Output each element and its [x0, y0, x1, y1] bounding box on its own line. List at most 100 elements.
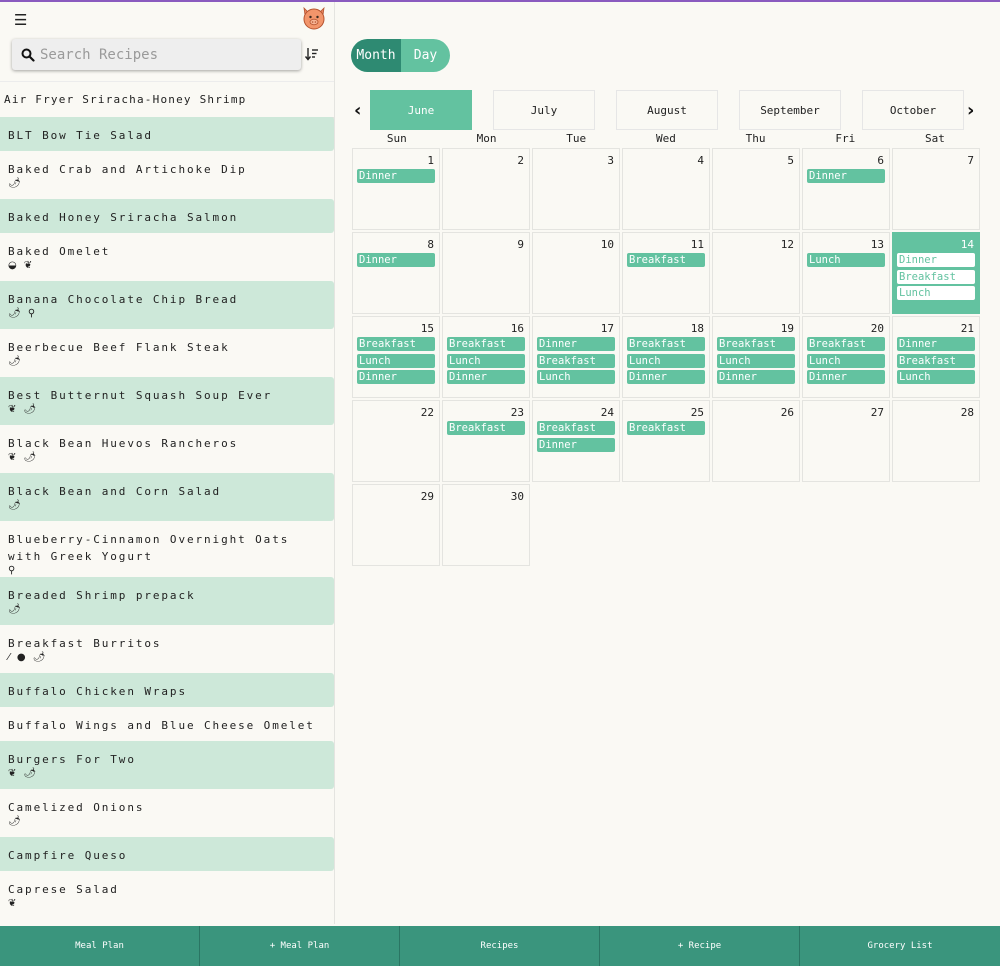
calendar-day-9[interactable]: 9: [442, 232, 530, 314]
sort-icon[interactable]: [304, 46, 320, 62]
recipe-item[interactable]: Baked Crab and Artichoke Dip 🌶: [0, 151, 334, 199]
calendar-day-11[interactable]: 11 Breakfast: [622, 232, 710, 314]
recipe-item[interactable]: Camelized Onions 🌶: [0, 789, 334, 837]
meal-event-chip[interactable]: Breakfast: [897, 353, 975, 368]
calendar-day-8[interactable]: 8 Dinner: [352, 232, 440, 314]
meal-event-chip[interactable]: Dinner: [537, 437, 615, 452]
meal-event-chip[interactable]: Dinner: [447, 370, 525, 385]
month-tab-august[interactable]: August: [616, 90, 718, 130]
recipe-item[interactable]: BLT Bow Tie Salad: [0, 117, 334, 151]
calendar-day-15[interactable]: 15 Breakfast Lunch Dinner: [352, 316, 440, 398]
add-recipe-button[interactable]: + Recipe: [600, 926, 800, 966]
meal-event-chip[interactable]: Dinner: [807, 169, 885, 183]
meal-event-chip[interactable]: Lunch: [717, 353, 795, 368]
calendar-day-26[interactable]: 26: [712, 400, 800, 482]
search-input[interactable]: [40, 46, 290, 63]
calendar-day-20[interactable]: 20 Breakfast Lunch Dinner: [802, 316, 890, 398]
calendar-day-17[interactable]: 17 Dinner Breakfast Lunch: [532, 316, 620, 398]
calendar-day-7[interactable]: 7: [892, 148, 980, 230]
meal-event-chip[interactable]: Lunch: [897, 370, 975, 385]
meal-event-chip[interactable]: Lunch: [897, 286, 975, 301]
calendar-day-3[interactable]: 3: [532, 148, 620, 230]
recipes-button[interactable]: Recipes: [400, 926, 600, 966]
meal-event-chip[interactable]: Dinner: [717, 370, 795, 385]
recipe-item[interactable]: Buffalo Chicken Wraps: [0, 673, 334, 707]
meal-event-chip[interactable]: Breakfast: [897, 269, 975, 284]
calendar-day-5[interactable]: 5: [712, 148, 800, 230]
calendar-day-4[interactable]: 4: [622, 148, 710, 230]
meal-event-chip[interactable]: Lunch: [627, 353, 705, 368]
calendar-day-30[interactable]: 30: [442, 484, 530, 566]
calendar-day-25[interactable]: 25 Breakfast: [622, 400, 710, 482]
calendar-day-21[interactable]: 21 Dinner Breakfast Lunch: [892, 316, 980, 398]
day-view-button[interactable]: Day: [401, 39, 450, 72]
meal-event-chip[interactable]: Lunch: [807, 253, 885, 267]
hamburger-menu-icon[interactable]: ☰: [14, 12, 30, 28]
month-tab-september[interactable]: September: [739, 90, 841, 130]
month-tab-october[interactable]: October: [862, 90, 964, 130]
meal-event-chip[interactable]: Breakfast: [627, 253, 705, 267]
month-tab-june[interactable]: June: [370, 90, 472, 130]
recipe-item[interactable]: Baked Honey Sriracha Salmon: [0, 199, 334, 233]
recipe-item-selected[interactable]: Air Fryer Sriracha-Honey Shrimp: [0, 81, 334, 117]
recipe-item[interactable]: Black Bean Huevos Rancheros ❦ 🌶: [0, 425, 334, 473]
recipe-item[interactable]: Blueberry-Cinnamon Overnight Oats with G…: [0, 521, 334, 577]
meal-event-chip[interactable]: Breakfast: [537, 421, 615, 435]
recipe-item[interactable]: Burgers For Two ❦ 🌶: [0, 741, 334, 789]
meal-event-chip[interactable]: Breakfast: [627, 421, 705, 435]
meal-event-chip[interactable]: Dinner: [357, 169, 435, 183]
meal-event-chip[interactable]: Dinner: [357, 370, 435, 385]
calendar-day-19[interactable]: 19 Breakfast Lunch Dinner: [712, 316, 800, 398]
recipe-item[interactable]: Breaded Shrimp prepack 🌶: [0, 577, 334, 625]
grocery-list-button[interactable]: Grocery List: [800, 926, 1000, 966]
calendar-day-24[interactable]: 24 Breakfast Dinner: [532, 400, 620, 482]
calendar-day-10[interactable]: 10: [532, 232, 620, 314]
recipe-item[interactable]: Breakfast Burritos ⁄ ● 🌶: [0, 625, 334, 673]
recipe-item[interactable]: Buffalo Wings and Blue Cheese Omelet: [0, 707, 334, 741]
chevron-left-icon[interactable]: ‹: [354, 100, 370, 121]
month-tab-july[interactable]: July: [493, 90, 595, 130]
calendar-day-2[interactable]: 2: [442, 148, 530, 230]
meal-event-chip[interactable]: Breakfast: [717, 337, 795, 351]
calendar-day-27[interactable]: 27: [802, 400, 890, 482]
calendar-day-28[interactable]: 28: [892, 400, 980, 482]
meal-event-chip[interactable]: Dinner: [357, 253, 435, 267]
calendar-day-22[interactable]: 22: [352, 400, 440, 482]
recipe-item[interactable]: Baked Omelet ◒ ❦: [0, 233, 334, 281]
calendar-day-23[interactable]: 23 Breakfast: [442, 400, 530, 482]
meal-event-chip[interactable]: Breakfast: [537, 353, 615, 368]
recipe-item[interactable]: Banana Chocolate Chip Bread 🌶 ⚲: [0, 281, 334, 329]
chevron-right-icon[interactable]: ›: [967, 100, 983, 121]
meal-event-chip[interactable]: Lunch: [537, 370, 615, 385]
recipe-item[interactable]: Beerbecue Beef Flank Steak 🌶: [0, 329, 334, 377]
meal-plan-button[interactable]: Meal Plan: [0, 926, 200, 966]
calendar-day-29[interactable]: 29: [352, 484, 440, 566]
calendar-day-6[interactable]: 6 Dinner: [802, 148, 890, 230]
meal-event-chip[interactable]: Lunch: [357, 353, 435, 368]
meal-event-chip[interactable]: Dinner: [897, 337, 975, 351]
calendar-day-13[interactable]: 13 Lunch: [802, 232, 890, 314]
meal-event-chip[interactable]: Breakfast: [447, 421, 525, 435]
meal-event-chip[interactable]: Breakfast: [807, 337, 885, 351]
recipe-item[interactable]: Best Butternut Squash Soup Ever ❦ 🌶: [0, 377, 334, 425]
meal-event-chip[interactable]: Breakfast: [357, 337, 435, 351]
recipe-item[interactable]: Caprese Salad ❦: [0, 871, 334, 919]
calendar-day-1[interactable]: 1 Dinner: [352, 148, 440, 230]
calendar-day-18[interactable]: 18 Breakfast Lunch Dinner: [622, 316, 710, 398]
meal-event-chip[interactable]: Dinner: [537, 337, 615, 351]
meal-event-chip[interactable]: Breakfast: [447, 337, 525, 351]
meal-event-chip[interactable]: Dinner: [897, 253, 975, 267]
meal-event-chip[interactable]: Breakfast: [627, 337, 705, 351]
month-view-button[interactable]: Month: [351, 39, 401, 72]
meal-event-chip[interactable]: Lunch: [447, 353, 525, 368]
calendar-day-16[interactable]: 16 Breakfast Lunch Dinner: [442, 316, 530, 398]
meal-event-chip[interactable]: Dinner: [627, 370, 705, 385]
recipe-item[interactable]: Black Bean and Corn Salad 🌶: [0, 473, 334, 521]
meal-events: Breakfast Lunch Dinner: [627, 337, 705, 387]
recipe-item[interactable]: Campfire Queso: [0, 837, 334, 871]
calendar-day-14[interactable]: 14 Dinner Breakfast Lunch: [892, 232, 980, 314]
meal-event-chip[interactable]: Dinner: [807, 370, 885, 385]
add-meal-plan-button[interactable]: + Meal Plan: [200, 926, 400, 966]
calendar-day-12[interactable]: 12: [712, 232, 800, 314]
meal-event-chip[interactable]: Lunch: [807, 353, 885, 368]
